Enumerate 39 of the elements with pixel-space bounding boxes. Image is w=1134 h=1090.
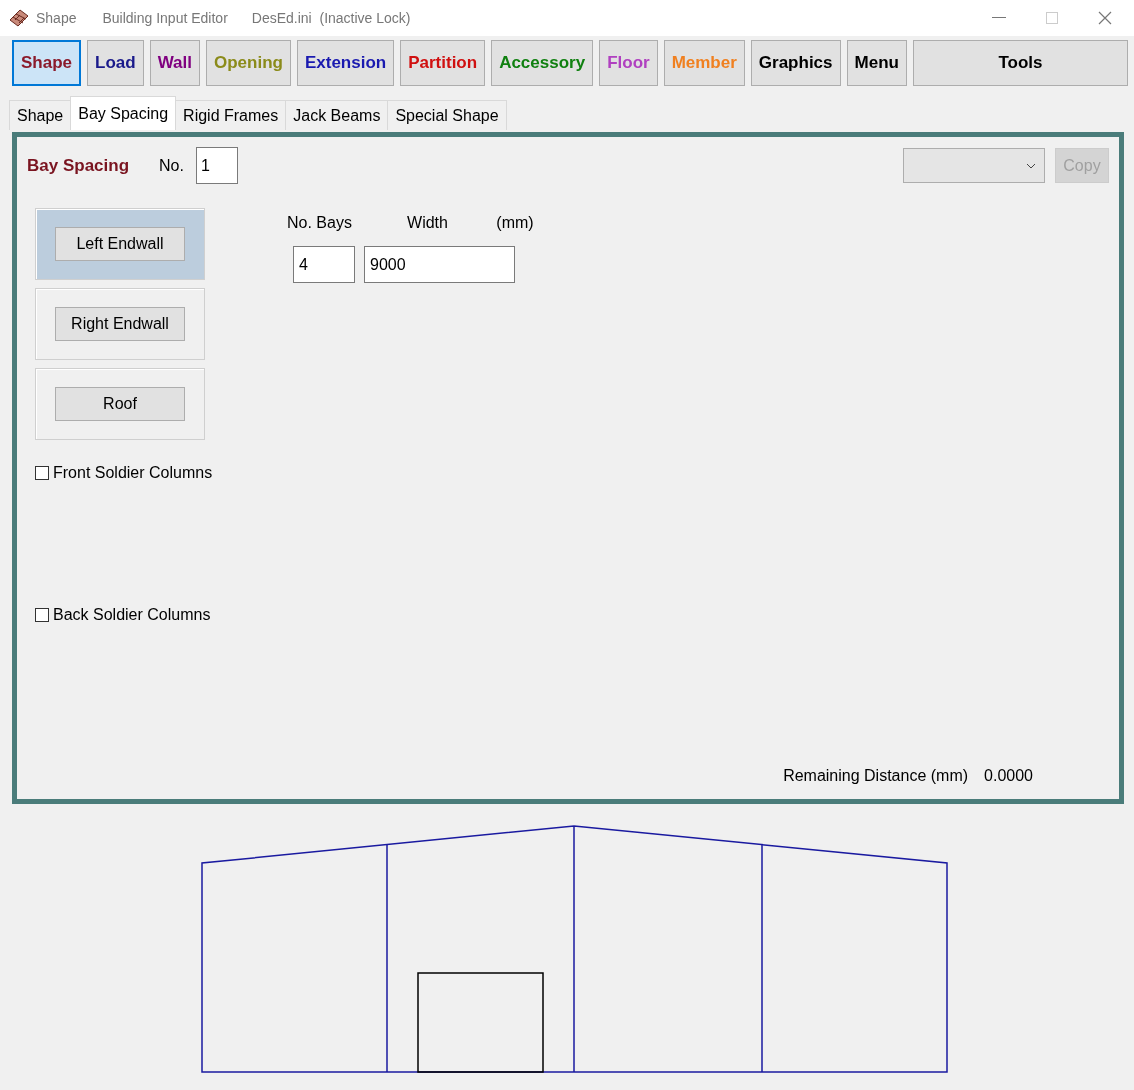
checkbox-label: Front Soldier Columns — [53, 464, 213, 482]
toolbar-button[interactable]: Tools — [912, 40, 1128, 86]
checkbox-label: Back Soldier Columns — [53, 606, 211, 624]
toolbar-button[interactable]: Shape — [12, 40, 82, 86]
checkbox-box[interactable] — [35, 608, 49, 622]
window-title: Shape — [36, 10, 77, 26]
bays-field[interactable]: 4 — [293, 246, 355, 283]
section-button[interactable]: Left Endwall — [55, 227, 185, 261]
remaining-value: 0.0000 — [984, 767, 1033, 785]
number-field[interactable]: 1 — [195, 147, 238, 184]
toolbar-button[interactable]: Load — [87, 40, 144, 86]
toolbar-button[interactable]: Extension — [296, 40, 395, 86]
checkbox[interactable]: Front Soldier Columns — [35, 464, 1109, 482]
column-header: (mm) — [496, 214, 534, 232]
checkbox[interactable]: Back Soldier Columns — [35, 606, 1109, 624]
toolbar-button[interactable]: Floor — [599, 40, 658, 86]
close-icon[interactable] — [1098, 11, 1112, 25]
panel-title: Bay Spacing — [27, 155, 130, 176]
tab[interactable]: Shape — [9, 100, 72, 130]
minimize-icon[interactable] — [992, 17, 1006, 19]
width-field[interactable]: 9000 — [364, 246, 515, 283]
column-header: No. Bays — [287, 214, 352, 232]
number-label: No. — [159, 156, 184, 175]
checkbox-box[interactable] — [35, 466, 49, 480]
toolbar-button[interactable]: Menu — [846, 40, 907, 86]
tab[interactable]: Bay Spacing — [70, 96, 177, 130]
toolbar-button[interactable]: Accessory — [491, 40, 594, 86]
bricks-icon — [8, 8, 30, 28]
section-button[interactable]: Roof — [55, 387, 185, 421]
file-name: DesEd.ini (Inactive Lock) — [251, 10, 411, 26]
toolbar-button[interactable]: Partition — [400, 40, 486, 86]
chevron-icon — [1026, 162, 1036, 169]
tab[interactable]: Special Shape — [387, 100, 507, 130]
app-name: Building Input Editor — [102, 10, 228, 26]
section-button[interactable]: Right Endwall — [55, 307, 185, 341]
toolbar-button[interactable]: Wall — [149, 40, 200, 86]
column-header: Width — [407, 214, 448, 232]
remaining-label: Remaining Distance (mm) — [783, 767, 969, 785]
toolbar-button[interactable]: Graphics — [750, 40, 841, 86]
